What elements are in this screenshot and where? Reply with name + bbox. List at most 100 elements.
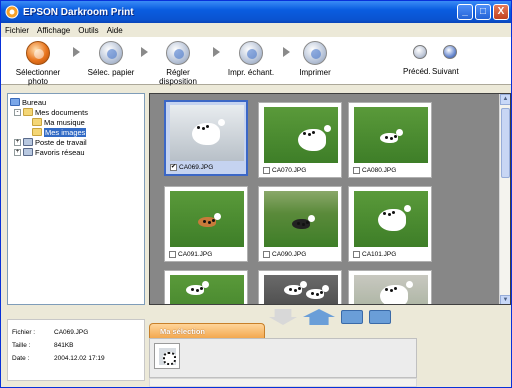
app-window: EPSON Darkroom Print _ □ X Fichier Affic… bbox=[0, 0, 512, 388]
scroll-thumb[interactable] bbox=[501, 108, 510, 178]
selection-tray bbox=[149, 338, 417, 378]
thumbnail-row3-3[interactable] bbox=[348, 270, 432, 304]
thumbnail-ca070[interactable]: CA070.JPG bbox=[258, 102, 342, 178]
photo-dalmatian-icon bbox=[159, 348, 176, 365]
tree-item-mes-documents[interactable]: - Mes documents bbox=[10, 107, 142, 117]
tree-item-bureau[interactable]: Bureau bbox=[10, 97, 142, 107]
thumbnail-ca080[interactable]: CA080.JPG bbox=[348, 102, 432, 178]
menu-fichier[interactable]: Fichier bbox=[5, 26, 29, 35]
thumbnail-filename: CA080.JPG bbox=[362, 167, 397, 174]
previous-button[interactable] bbox=[413, 45, 427, 59]
selection-controls bbox=[269, 307, 391, 327]
layout-icon bbox=[166, 41, 190, 65]
workflow-toolbar: Sélectionner photo Sélec. papier Régler … bbox=[1, 37, 511, 86]
expand-icon[interactable]: + bbox=[14, 148, 21, 156]
print-icon bbox=[303, 41, 327, 65]
photo-dalmatians-icon bbox=[264, 275, 338, 304]
step-select-photo-label: Sélectionner photo bbox=[15, 68, 61, 86]
thumbnail-filename: CA090.JPG bbox=[272, 251, 307, 258]
date-value: 2004.12.02 17:19 bbox=[54, 355, 105, 362]
scroll-down-button[interactable]: ▼ bbox=[500, 295, 510, 304]
checkbox[interactable] bbox=[353, 251, 360, 258]
menu-aide[interactable]: Aide bbox=[107, 26, 123, 35]
photo-dog-icon bbox=[170, 275, 244, 304]
selected-photo-thumbnail[interactable] bbox=[154, 343, 180, 369]
step-sample-print-label: Impr. échant. bbox=[227, 68, 275, 77]
expand-icon[interactable]: + bbox=[14, 138, 21, 146]
thumbnail-filename: CA070.JPG bbox=[272, 167, 307, 174]
thumbnail-ca091[interactable]: CA091.JPG bbox=[164, 186, 248, 262]
folder-icon bbox=[23, 108, 33, 116]
thumbnail-scrollbar[interactable]: ▲ ▼ bbox=[499, 94, 510, 304]
step-layout-label: Régler disposition bbox=[159, 68, 197, 86]
epson-app-icon bbox=[5, 5, 19, 19]
menu-bar: Fichier Affichage Outils Aide bbox=[1, 23, 511, 37]
thumbnail-row3-1[interactable] bbox=[164, 270, 248, 304]
tree-item-poste-de-travail[interactable]: + Poste de travail bbox=[10, 137, 142, 147]
step-arrow-icon bbox=[73, 47, 80, 57]
selection-scrollbar[interactable] bbox=[149, 378, 417, 387]
photo-puppy-icon bbox=[170, 191, 244, 247]
paper-icon bbox=[99, 41, 123, 65]
scroll-up-button[interactable]: ▲ bbox=[500, 94, 510, 105]
maximize-button[interactable]: □ bbox=[475, 4, 491, 20]
view-mode-button[interactable] bbox=[341, 310, 363, 324]
size-label: Taille : bbox=[12, 342, 31, 349]
sample-print-icon bbox=[239, 41, 263, 65]
folder-icon bbox=[32, 118, 42, 126]
tree-item-mes-images[interactable]: Mes images bbox=[10, 127, 142, 137]
size-value: 841KB bbox=[54, 342, 74, 349]
minimize-button[interactable]: _ bbox=[457, 4, 473, 20]
thumbnail-ca101[interactable]: CA101.JPG bbox=[348, 186, 432, 262]
step-select-paper[interactable]: Sélec. papier bbox=[85, 41, 137, 77]
file-value: CA069.JPG bbox=[54, 329, 89, 336]
date-label: Date : bbox=[12, 355, 30, 362]
checkbox[interactable] bbox=[169, 251, 176, 258]
step-select-paper-label: Sélec. papier bbox=[87, 68, 135, 77]
step-sample-print[interactable]: Impr. échant. bbox=[223, 41, 279, 77]
photo-dog-icon bbox=[264, 191, 338, 247]
step-arrow-icon bbox=[213, 47, 220, 57]
collapse-icon[interactable]: - bbox=[14, 108, 21, 116]
folder-open-icon bbox=[32, 128, 42, 136]
zoom-view-button[interactable] bbox=[369, 310, 391, 324]
checkbox[interactable] bbox=[263, 167, 270, 174]
window-controls: _ □ X bbox=[457, 4, 509, 20]
checkbox[interactable] bbox=[263, 251, 270, 258]
remove-from-selection-button[interactable] bbox=[269, 309, 297, 325]
close-button[interactable]: X bbox=[493, 4, 509, 20]
thumbnail-row3-2[interactable] bbox=[258, 270, 342, 304]
thumbnail-filename: CA101.JPG bbox=[362, 251, 397, 258]
tree-item-label: Ma musique bbox=[44, 117, 85, 127]
thumbnail-ca069[interactable]: ✔ CA069.JPG bbox=[164, 100, 248, 176]
checkbox[interactable]: ✔ bbox=[170, 164, 177, 171]
step-select-photo[interactable]: Sélectionner photo bbox=[7, 41, 69, 86]
checkbox[interactable] bbox=[353, 167, 360, 174]
thumbnail-pane: ✔ CA069.JPG CA070.JPG CA080.JPG CA091.JP… bbox=[149, 93, 511, 305]
menu-outils[interactable]: Outils bbox=[78, 26, 98, 35]
window-title: EPSON Darkroom Print bbox=[23, 6, 134, 18]
next-label: Suivant bbox=[432, 67, 459, 76]
desktop-icon bbox=[10, 98, 20, 106]
next-button[interactable] bbox=[443, 45, 457, 59]
add-to-selection-button[interactable] bbox=[303, 309, 335, 325]
tree-item-label: Mes documents bbox=[35, 107, 88, 117]
tree-item-favoris-reseau[interactable]: + Favoris réseau bbox=[10, 147, 142, 157]
network-icon bbox=[23, 148, 33, 156]
file-info-panel: Fichier : CA069.JPG Taille : 841KB Date … bbox=[7, 319, 145, 381]
step-layout[interactable]: Régler disposition bbox=[147, 41, 209, 86]
step-print[interactable]: Imprimer bbox=[291, 41, 339, 77]
photo-dalmatian-icon bbox=[170, 105, 244, 161]
tree-item-label: Favoris réseau bbox=[35, 147, 85, 157]
select-photo-icon bbox=[26, 41, 50, 65]
my-selection-tab[interactable]: Ma sélection bbox=[149, 323, 265, 338]
thumbnail-ca090[interactable]: CA090.JPG bbox=[258, 186, 342, 262]
menu-affichage[interactable]: Affichage bbox=[37, 26, 70, 35]
thumbnail-grid: ✔ CA069.JPG CA070.JPG CA080.JPG CA091.JP… bbox=[150, 94, 500, 304]
tree-item-label: Mes images bbox=[44, 127, 87, 137]
folder-tree: Bureau - Mes documents Ma musique Mes im… bbox=[7, 93, 145, 305]
file-label: Fichier : bbox=[12, 329, 36, 336]
tree-item-ma-musique[interactable]: Ma musique bbox=[10, 117, 142, 127]
photo-dalmatian-icon bbox=[264, 107, 338, 163]
title-bar[interactable]: EPSON Darkroom Print _ □ X bbox=[1, 1, 511, 23]
